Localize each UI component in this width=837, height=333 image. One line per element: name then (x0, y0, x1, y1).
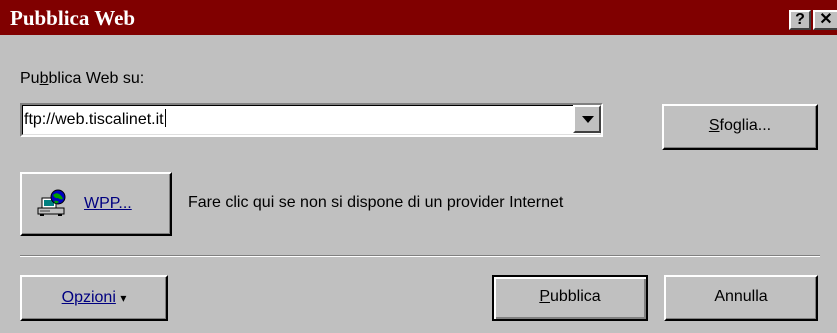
dropdown-arrow-button[interactable] (573, 105, 601, 133)
browse-button-label: Sfoglia... (664, 117, 816, 135)
cancel-button-label: Annulla (714, 288, 768, 305)
publish-to-label-rest: blica Web su: (48, 70, 145, 87)
wpp-access-key: W (84, 195, 100, 212)
publish-button-label: Pubblica (494, 288, 646, 306)
publish-to-label-part: Pu (20, 70, 40, 87)
text-caret (164, 109, 166, 127)
close-button[interactable]: ✕ (813, 10, 837, 30)
wpp-button[interactable]: WPP... (20, 172, 172, 236)
browse-label-rest: foglia... (719, 117, 772, 134)
options-label-rest: pzioni (74, 289, 116, 306)
options-button-label: Opzioni ▾ (22, 289, 166, 307)
cancel-button[interactable]: Annulla (664, 275, 818, 321)
help-button[interactable]: ? (789, 10, 811, 30)
wpp-button-label: WPP... (84, 195, 132, 213)
wpp-description: Fare clic qui se non si dispone di un pr… (188, 194, 564, 211)
publish-to-label: Pubblica Web su: (20, 70, 144, 88)
browse-button[interactable]: Sfoglia... (662, 104, 818, 150)
wpp-globe-computer-icon (37, 189, 66, 216)
chevron-down-icon (582, 116, 594, 123)
publish-access-key: P (539, 288, 550, 305)
browse-access-key: S (708, 117, 720, 134)
publish-button[interactable]: Pubblica (492, 275, 648, 321)
publish-web-dialog: Pubblica Web ? ✕ Pubblica Web su: ftp://… (0, 0, 837, 333)
publish-label-rest: ubblica (549, 288, 601, 305)
window-title: Pubblica Web (10, 6, 136, 30)
publish-url-combobox[interactable]: ftp://web.tiscalinet.it (20, 103, 603, 137)
separator (20, 255, 820, 257)
options-access-key: O (61, 289, 75, 306)
title-bar: Pubblica Web ? ✕ (0, 0, 837, 37)
chevron-down-icon: ▾ (120, 291, 127, 305)
wpp-label-rest: PP... (99, 195, 132, 212)
url-value: ftp://web.tiscalinet.it (24, 111, 164, 128)
options-button[interactable]: Opzioni ▾ (20, 275, 168, 321)
publish-url-input[interactable]: ftp://web.tiscalinet.it (24, 109, 166, 129)
